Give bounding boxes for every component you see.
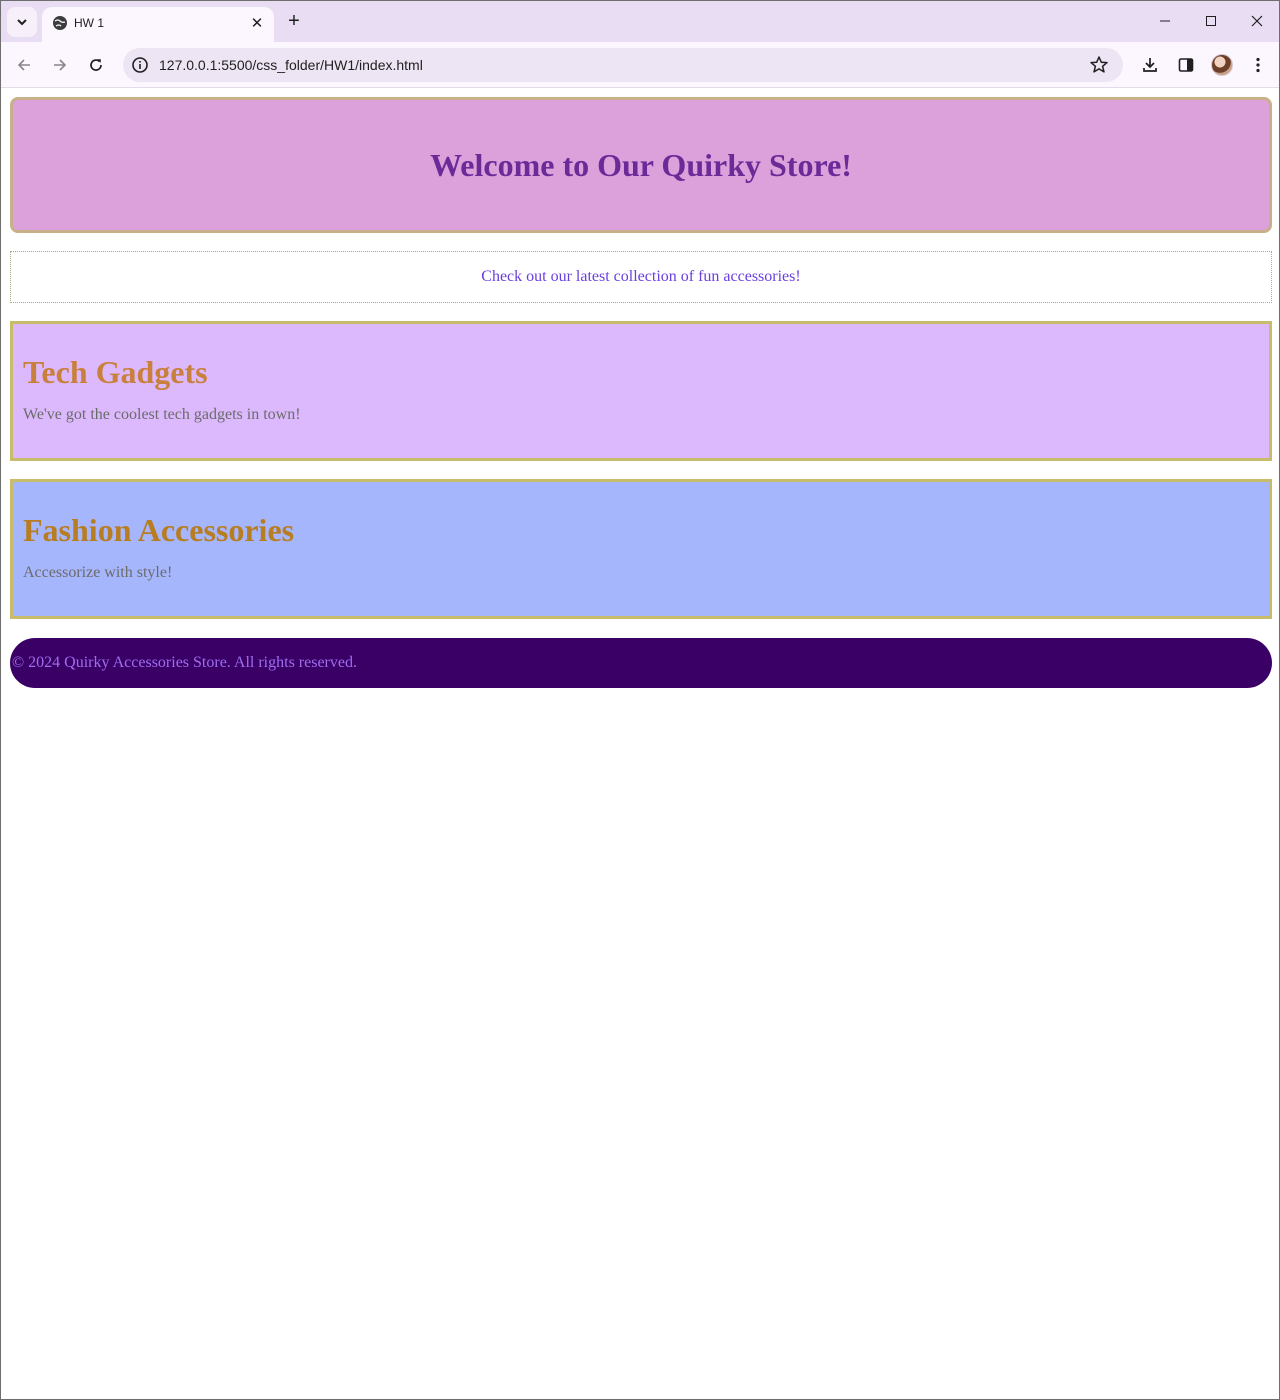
downloads-button[interactable] xyxy=(1137,52,1163,78)
close-icon xyxy=(1251,15,1263,27)
promo-text: Check out our latest collection of fun a… xyxy=(481,268,801,285)
section-text: Accessorize with style! xyxy=(23,564,173,581)
profile-avatar[interactable] xyxy=(1211,54,1233,76)
info-icon[interactable] xyxy=(131,56,149,74)
page-header: Welcome to Our Quirky Store! xyxy=(10,97,1272,233)
close-window-button[interactable] xyxy=(1245,9,1269,33)
address-bar[interactable]: 127.0.0.1:5500/css_folder/HW1/index.html xyxy=(123,48,1123,82)
more-vertical-icon xyxy=(1256,57,1260,73)
chevron-down-icon xyxy=(17,19,27,26)
section-fashion-accessories: Fashion Accessories Accessorize with sty… xyxy=(10,479,1272,619)
forward-button[interactable] xyxy=(47,52,73,78)
bookmark-star-icon[interactable] xyxy=(1089,55,1109,75)
section-text: We've got the coolest tech gadgets in to… xyxy=(23,406,301,423)
new-tab-button[interactable]: + xyxy=(283,10,305,32)
tab-search-button[interactable] xyxy=(7,7,37,37)
section-tech-gadgets: Tech Gadgets We've got the coolest tech … xyxy=(10,321,1272,461)
menu-button[interactable] xyxy=(1245,52,1271,78)
maximize-button[interactable] xyxy=(1199,9,1223,33)
side-panel-button[interactable] xyxy=(1173,52,1199,78)
back-button[interactable] xyxy=(11,52,37,78)
tab-strip: HW 1 ✕ + xyxy=(1,1,1279,42)
reload-button[interactable] xyxy=(83,52,109,78)
minimize-button[interactable] xyxy=(1153,9,1177,33)
arrow-left-icon xyxy=(17,59,30,71)
side-panel-icon xyxy=(1178,58,1194,72)
tab-title: HW 1 xyxy=(74,16,104,30)
footer-text: © 2024 Quirky Accessories Store. All rig… xyxy=(12,654,357,671)
page-footer: © 2024 Quirky Accessories Store. All rig… xyxy=(10,638,1272,688)
maximize-icon xyxy=(1206,16,1216,26)
section-heading: Tech Gadgets xyxy=(23,354,208,390)
url-text[interactable]: 127.0.0.1:5500/css_folder/HW1/index.html xyxy=(159,57,423,73)
page-viewport: Welcome to Our Quirky Store! Check out o… xyxy=(1,89,1279,1399)
globe-icon xyxy=(53,16,67,30)
download-icon xyxy=(1143,58,1157,72)
browser-toolbar: 127.0.0.1:5500/css_folder/HW1/index.html xyxy=(1,42,1279,88)
tab-active[interactable]: HW 1 ✕ xyxy=(42,7,274,42)
browser-window: HW 1 ✕ + 127.0.0.1:5500/css_folder/HW1/i… xyxy=(0,0,1280,1400)
arrow-right-icon xyxy=(54,59,67,71)
minimize-icon xyxy=(1160,20,1170,22)
section-heading: Fashion Accessories xyxy=(23,512,295,548)
tab-close-icon[interactable]: ✕ xyxy=(248,14,266,32)
page-title: Welcome to Our Quirky Store! xyxy=(430,146,852,183)
reload-icon xyxy=(90,59,102,71)
promo-banner: Check out our latest collection of fun a… xyxy=(10,251,1272,303)
